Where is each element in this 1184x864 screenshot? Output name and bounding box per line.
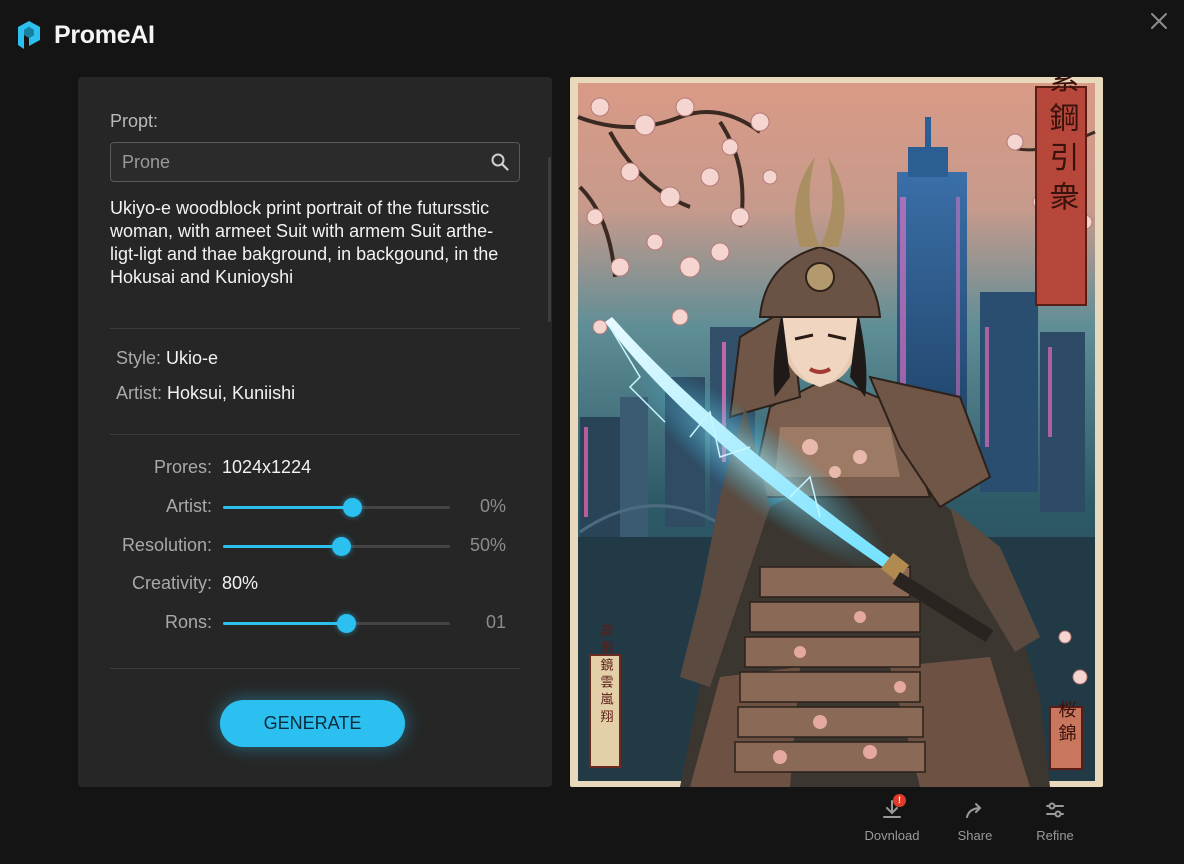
generate-button[interactable]: GENERATE bbox=[220, 700, 405, 747]
prores-row: Prores: 1024x1224 bbox=[78, 453, 552, 483]
promeai-logo-icon bbox=[18, 21, 40, 49]
divider bbox=[110, 668, 520, 669]
artwork-seal-top: 鳥 素 鋼 引 衆 bbox=[1035, 77, 1087, 306]
prompt-search-input[interactable] bbox=[111, 143, 481, 181]
rons-slider-value: 01 bbox=[485, 612, 506, 632]
refine-button[interactable]: Refine bbox=[1020, 798, 1090, 843]
artist-label: Artist: bbox=[116, 383, 163, 403]
search-icon[interactable] bbox=[490, 152, 510, 172]
prompt-text: Ukiyo-e woodblock print portrait of the … bbox=[110, 198, 499, 287]
settings-panel: Propt: Ukiyo-e woodblock print portrait … bbox=[78, 77, 552, 787]
artist-row: Artist: Hoksui, Kuniishi bbox=[116, 383, 295, 404]
resolution-slider-handle[interactable] bbox=[332, 537, 352, 556]
download-badge: ! bbox=[893, 794, 906, 807]
artist-slider-label: Artist: bbox=[165, 496, 212, 516]
style-value: Ukio-e bbox=[166, 348, 219, 368]
refine-label: Refine bbox=[1036, 828, 1074, 843]
artist-slider-handle[interactable] bbox=[343, 498, 363, 517]
svg-text:鳥 素 鋼 引 衆: 鳥 素 鋼 引 衆 bbox=[1044, 77, 1080, 211]
resolution-slider-track[interactable] bbox=[223, 537, 450, 556]
creativity-label: Creativity: bbox=[131, 573, 212, 593]
artwork-seal-bottom-right: 桜 錦 bbox=[1049, 700, 1083, 770]
creativity-row: Creativity: 80% bbox=[78, 569, 552, 599]
share-icon bbox=[966, 803, 982, 818]
divider bbox=[110, 434, 520, 435]
resolution-slider-row: Resolution: 50% bbox=[78, 531, 552, 561]
rons-slider-label: Rons: bbox=[164, 612, 212, 632]
creativity-value: 80% bbox=[222, 573, 259, 593]
divider bbox=[110, 328, 520, 329]
generated-artwork[interactable]: 鳥 素 鋼 引 衆 高 飛 鏡 雲 嵐 翔 桜 錦 bbox=[570, 77, 1103, 787]
style-row: Style: Ukio-e bbox=[116, 348, 218, 369]
artist-slider-track[interactable] bbox=[223, 498, 450, 517]
artist-slider-row: Artist: 0% bbox=[78, 492, 552, 522]
refine-icon bbox=[1046, 802, 1064, 818]
artist-slider-fill bbox=[223, 506, 353, 509]
prores-label: Prores: bbox=[153, 457, 212, 477]
style-label: Style: bbox=[116, 348, 162, 368]
svg-text:高 飛 鏡 雲 嵐 翔: 高 飛 鏡 雲 嵐 翔 bbox=[598, 623, 614, 723]
rons-slider-track[interactable] bbox=[223, 614, 450, 633]
artist-slider-value: 0% bbox=[479, 496, 506, 516]
prompt-search-box[interactable] bbox=[110, 142, 520, 182]
svg-text:桜 錦: 桜 錦 bbox=[1056, 700, 1077, 742]
close-icon[interactable] bbox=[1148, 10, 1170, 32]
resolution-slider-fill bbox=[223, 545, 342, 548]
rons-slider-handle[interactable] bbox=[336, 614, 356, 633]
artist-value: Hoksui, Kuniishi bbox=[167, 383, 296, 403]
resolution-slider-value: 50% bbox=[469, 535, 506, 555]
rons-slider-row: Rons: 01 bbox=[78, 608, 552, 638]
brand[interactable]: PromeAI bbox=[12, 18, 155, 52]
brand-name: PromeAI bbox=[54, 20, 155, 49]
prores-value: 1024x1224 bbox=[222, 457, 312, 477]
rons-slider-fill bbox=[223, 622, 346, 625]
resolution-slider-label: Resolution: bbox=[121, 535, 212, 555]
artwork-image: 鳥 素 鋼 引 衆 高 飛 鏡 雲 嵐 翔 桜 錦 bbox=[570, 77, 1103, 787]
download-label: Dovnload bbox=[864, 828, 920, 843]
share-button[interactable]: Share bbox=[940, 798, 1010, 843]
prompt-label: Propt: bbox=[110, 111, 159, 131]
share-label: Share bbox=[957, 828, 993, 843]
download-button[interactable]: ! Dovnload bbox=[857, 794, 927, 843]
panel-scrollbar[interactable] bbox=[548, 157, 551, 322]
